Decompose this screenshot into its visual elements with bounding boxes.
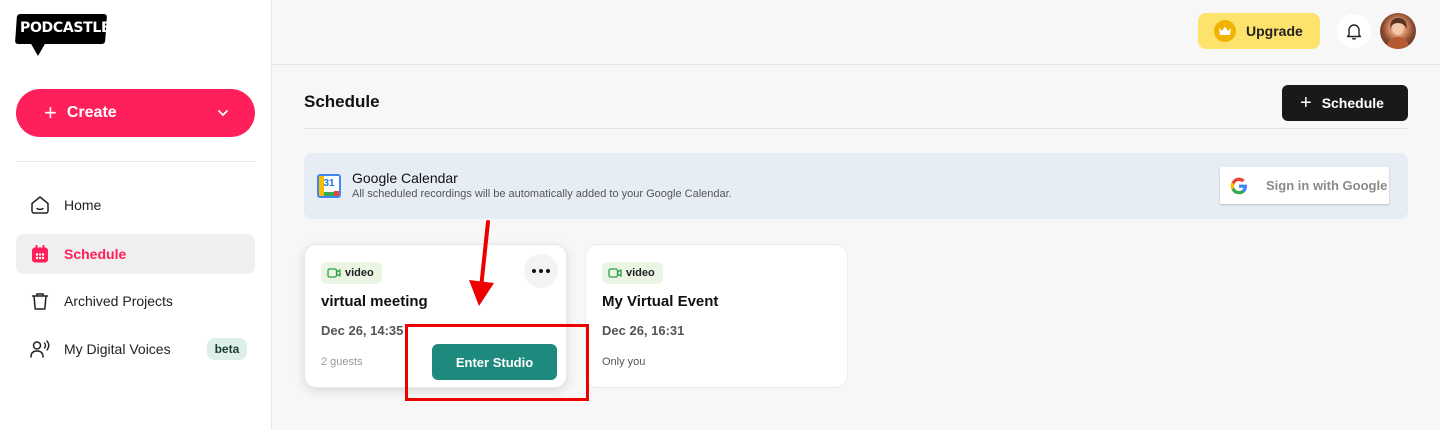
more-options-button[interactable] [524, 254, 558, 288]
card-date: Dec 26, 14:35 [321, 323, 404, 338]
google-calendar-icon: 31 [317, 174, 341, 198]
plus-icon: + [1300, 92, 1312, 114]
upgrade-label: Upgrade [1246, 23, 1303, 39]
card-title: My Virtual Event [602, 293, 719, 310]
enter-studio-button[interactable]: Enter Studio [432, 344, 557, 380]
podcastle-logo[interactable]: PODCASTLE [14, 14, 111, 58]
tag-label: video [626, 267, 655, 279]
google-signin-label: Sign in with Google [1266, 178, 1388, 193]
title-divider [304, 128, 1408, 129]
sidebar: PODCASTLE + Create Home Schedule Archive… [0, 0, 272, 430]
video-tag: video [602, 262, 663, 284]
card-guests: 2 guests [321, 356, 363, 368]
calendar-icon [28, 242, 52, 266]
gcal-subtitle: All scheduled recordings will be automat… [352, 188, 732, 200]
chevron-down-icon [218, 110, 228, 117]
sign-in-with-google-button[interactable]: Sign in with Google [1220, 167, 1389, 204]
video-tag: video [321, 262, 382, 284]
sidebar-item-label: Archived Projects [64, 293, 173, 309]
upgrade-button[interactable]: Upgrade [1198, 13, 1320, 49]
card-title: virtual meeting [321, 293, 428, 310]
crown-icon [1214, 20, 1236, 42]
gcal-title: Google Calendar [352, 170, 458, 186]
icon-corner-red [334, 191, 339, 196]
sidebar-divider [16, 161, 255, 162]
home-icon [28, 193, 52, 217]
sidebar-item-home[interactable]: Home [16, 185, 255, 225]
schedule-card[interactable]: video virtual meeting Dec 26, 14:35 2 gu… [304, 244, 567, 388]
sidebar-item-archived-projects[interactable]: Archived Projects [16, 281, 255, 321]
more-dots-icon [532, 269, 550, 273]
schedule-button-label: Schedule [1321, 95, 1384, 111]
video-camera-icon [327, 268, 341, 278]
schedule-card[interactable]: video My Virtual Event Dec 26, 16:31 Onl… [585, 244, 848, 388]
notifications-bell-icon[interactable] [1337, 14, 1371, 48]
video-camera-icon [608, 268, 622, 278]
create-button[interactable]: + Create [16, 89, 255, 137]
sidebar-item-label: Schedule [64, 246, 127, 262]
tag-label: video [345, 267, 374, 279]
new-schedule-button[interactable]: + Schedule [1282, 85, 1408, 121]
sidebar-item-label: My Digital Voices [64, 341, 171, 357]
voice-user-icon [28, 337, 52, 361]
card-date: Dec 26, 16:31 [602, 323, 685, 338]
sidebar-item-label: Home [64, 197, 102, 213]
beta-badge: beta [206, 338, 248, 360]
logo-speech-tail [30, 42, 46, 56]
google-g-icon [1230, 177, 1247, 194]
page-title: Schedule [304, 92, 380, 111]
icon-stripe-yellow [319, 176, 324, 196]
user-avatar[interactable] [1380, 13, 1416, 49]
plus-icon: + [44, 100, 57, 125]
sidebar-item-schedule[interactable]: Schedule [16, 234, 255, 274]
card-guests: Only you [602, 356, 646, 368]
sidebar-item-my-digital-voices[interactable]: My Digital Voices beta [16, 329, 255, 369]
google-calendar-banner: 31 Google Calendar All scheduled recordi… [304, 153, 1408, 219]
trash-icon [28, 289, 52, 313]
create-label: Create [66, 104, 117, 121]
logo-text: PODCASTLE [20, 20, 111, 36]
